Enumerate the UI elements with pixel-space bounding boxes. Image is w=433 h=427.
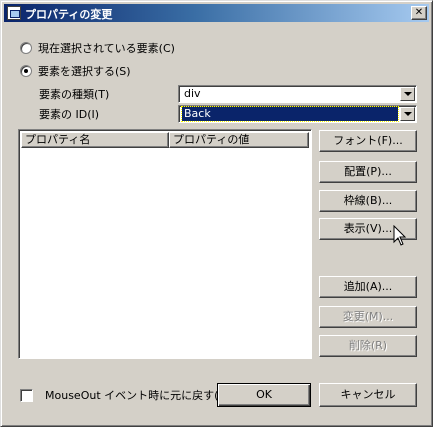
property-change-dialog: プロパティの変更 ✕ 現在選択されている要素(C) 要素を選択する(S) 要素の… xyxy=(0,0,433,427)
element-type-label: 要素の種類(T) xyxy=(39,88,110,101)
font-button[interactable]: フォント(F)... xyxy=(319,130,417,152)
mouse-pointer-icon xyxy=(393,225,407,246)
element-id-label: 要素の ID(I) xyxy=(39,108,100,121)
property-list[interactable]: プロパティ名 プロパティの値 xyxy=(18,129,312,359)
radio-button[interactable] xyxy=(20,42,32,54)
mouseout-restore-option[interactable]: MouseOut イベント時に元に戻す(E) xyxy=(20,387,230,403)
radio-current-element[interactable]: 現在選択されている要素(C) xyxy=(20,40,175,56)
radio-select-element[interactable]: 要素を選択する(S) xyxy=(20,63,131,79)
element-type-select[interactable]: div xyxy=(178,85,417,103)
column-header-property-name[interactable]: プロパティ名 xyxy=(21,132,169,148)
radio-button[interactable] xyxy=(20,65,32,77)
element-id-value: Back xyxy=(181,106,399,122)
title-bar[interactable]: プロパティの変更 ✕ xyxy=(4,4,429,22)
close-icon[interactable]: ✕ xyxy=(411,6,427,20)
list-header: プロパティ名 プロパティの値 xyxy=(21,132,309,148)
chevron-down-icon[interactable] xyxy=(400,87,415,101)
chevron-down-icon[interactable] xyxy=(400,107,415,121)
radio-label: 要素を選択する(S) xyxy=(38,65,131,78)
delete-button[interactable]: 削除(R) xyxy=(319,335,417,357)
radio-label: 現在選択されている要素(C) xyxy=(38,42,175,55)
element-type-value: div xyxy=(184,87,201,100)
column-header-property-value[interactable]: プロパティの値 xyxy=(169,132,309,148)
border-button[interactable]: 枠線(B)... xyxy=(319,190,417,212)
layout-button[interactable]: 配置(P)... xyxy=(319,161,417,183)
element-id-select[interactable]: Back xyxy=(178,105,417,123)
window-title: プロパティの変更 xyxy=(25,8,113,21)
window-icon xyxy=(7,6,21,20)
mouseout-restore-checkbox[interactable] xyxy=(20,388,33,402)
cancel-button[interactable]: キャンセル xyxy=(319,383,417,407)
ok-button[interactable]: OK xyxy=(217,383,311,407)
add-button[interactable]: 追加(A)... xyxy=(319,276,417,298)
change-button[interactable]: 変更(M)... xyxy=(319,306,417,328)
mouseout-restore-label: MouseOut イベント時に元に戻す(E) xyxy=(45,389,230,402)
